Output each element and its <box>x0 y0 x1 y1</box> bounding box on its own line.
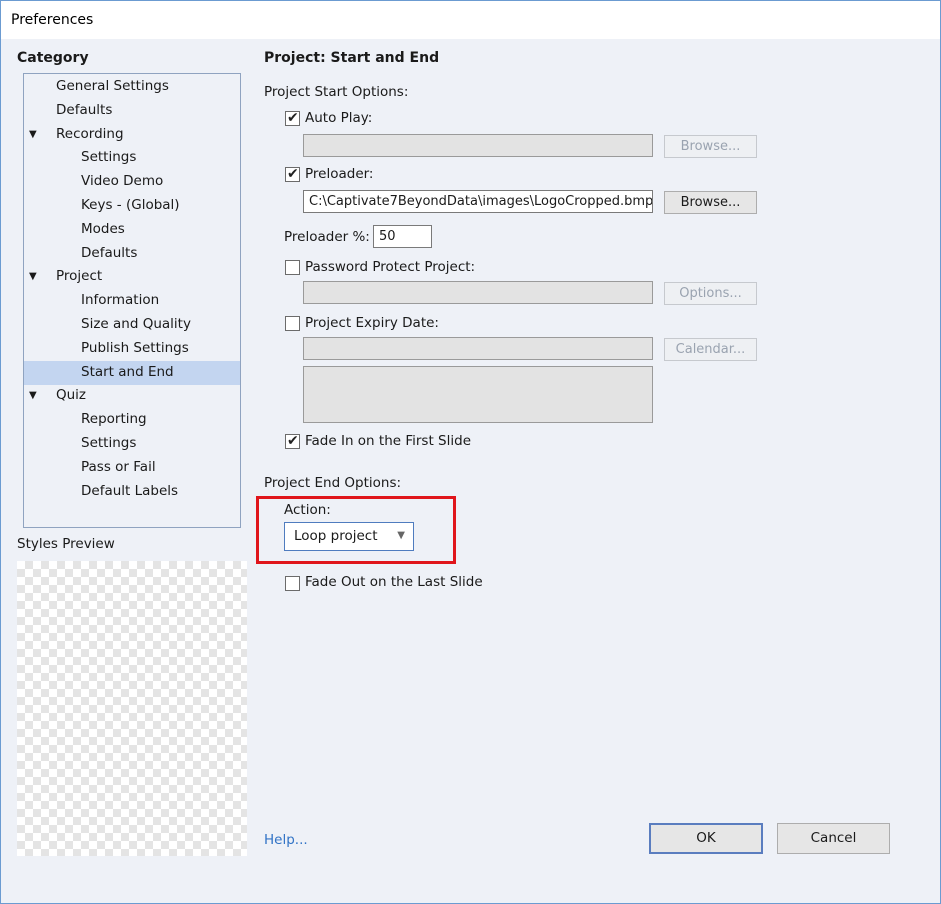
fade-in-label: Fade In on the First Slide <box>305 433 471 449</box>
preloader-path-field[interactable]: C:\Captivate7BeyondData\images\LogoCropp… <box>303 190 653 213</box>
password-protect-checkbox[interactable] <box>285 260 300 275</box>
start-options-label: Project Start Options: <box>264 84 409 100</box>
tree-item-label: Settings <box>81 435 137 451</box>
fade-in-checkbox[interactable]: ✔ <box>285 433 300 449</box>
fade-out-label: Fade Out on the Last Slide <box>305 574 483 590</box>
tree-item[interactable]: ▼ Project <box>24 265 240 289</box>
auto-play-path-field <box>303 134 653 157</box>
tree-item-label: Video Demo <box>81 173 164 190</box>
tree-item-label: Defaults <box>56 101 113 118</box>
check-icon: ✔ <box>287 166 299 182</box>
category-heading: Category <box>17 50 89 66</box>
preloader-checkbox[interactable]: ✔ <box>285 166 300 182</box>
tree-item[interactable]: Settings <box>24 432 240 456</box>
expiry-message-area <box>303 366 653 423</box>
tree-item-label: General Settings <box>56 78 169 94</box>
tree-item[interactable]: Publish Settings <box>24 337 240 361</box>
check-icon: ✔ <box>287 110 299 126</box>
tree-item-label: Modes <box>81 220 125 237</box>
action-value: Loop project <box>294 528 378 544</box>
tree-item[interactable]: Keys - (Global) <box>24 194 240 218</box>
tree-item-label: Size and Quality <box>81 316 191 332</box>
auto-play-label: Auto Play: <box>305 110 373 126</box>
tree-item[interactable]: Reporting <box>24 408 240 432</box>
password-field <box>303 281 653 304</box>
left-panel: Category General Settings Defaults ▼ Record… <box>1 39 247 903</box>
fade-out-checkbox[interactable] <box>285 576 300 591</box>
tree-item-label: Reporting <box>81 411 147 428</box>
auto-play-checkbox[interactable]: ✔ <box>285 110 300 126</box>
tree-item-label: Default Labels <box>81 482 179 499</box>
tree-item-label: Defaults <box>81 244 138 261</box>
tree-item-label: Start and End <box>81 363 174 380</box>
tree-item[interactable]: Settings <box>24 146 240 170</box>
window-title: Preferences <box>11 12 94 28</box>
tree-item[interactable]: Modes <box>24 218 240 242</box>
tree-item-label: Publish Settings <box>81 339 189 356</box>
expiry-date-label: Project Expiry Date: <box>305 315 439 331</box>
tree-item[interactable]: Video Demo <box>24 170 240 194</box>
expiry-date-checkbox[interactable] <box>285 316 300 331</box>
password-protect-label: Password Protect Project: <box>305 259 476 275</box>
triangle-down-icon[interactable]: ▼ <box>29 384 43 408</box>
tree-item[interactable]: Pass or Fail <box>24 456 240 480</box>
preferences-dialog: Preferences Category General Settings Def… <box>0 0 941 904</box>
triangle-down-icon[interactable]: ▼ <box>29 265 43 289</box>
tree-item-label: Information <box>81 292 160 309</box>
tree-item[interactable]: Start and End <box>24 360 240 385</box>
tree-item[interactable]: Information <box>24 289 240 313</box>
tree-item[interactable]: Defaults <box>24 99 240 123</box>
tree-item[interactable]: General Settings <box>24 75 240 99</box>
expiry-date-field <box>303 337 653 360</box>
tree-item-label: Recording <box>56 125 124 142</box>
styles-preview-label: Styles Preview <box>17 536 115 552</box>
tree-item[interactable]: Size and Quality <box>24 313 240 337</box>
tree-item-label: Settings <box>81 149 137 166</box>
chevron-down-icon: ▼ <box>397 530 405 541</box>
page-title: Project: Start and End <box>264 50 440 66</box>
cancel-button[interactable]: Cancel <box>777 823 890 854</box>
auto-play-browse-button[interactable]: Browse... <box>664 135 757 158</box>
tree-item[interactable]: ▼ Recording <box>24 123 240 147</box>
styles-preview <box>17 561 247 856</box>
calendar-button[interactable]: Calendar... <box>664 338 757 361</box>
tree-item[interactable]: ▼ Quiz <box>24 384 240 408</box>
preloader-percent-field[interactable]: 50 <box>373 225 432 248</box>
preloader-label: Preloader: <box>305 166 374 182</box>
tree-item-label: Keys - (Global) <box>81 197 180 213</box>
tree-item-label: Project <box>56 268 103 285</box>
check-icon: ✔ <box>287 433 299 449</box>
settings-panel: Project: Start and End Project Start Opt… <box>247 39 940 903</box>
preloader-percent-label: Preloader %: <box>284 229 370 245</box>
tree-item-label: Quiz <box>56 387 87 404</box>
end-options-label: Project End Options: <box>264 475 402 491</box>
tree-item[interactable]: Defaults <box>24 242 240 266</box>
help-link[interactable]: Help... <box>264 832 308 848</box>
action-dropdown[interactable]: Loop project ▼ <box>284 522 414 551</box>
ok-button[interactable]: OK <box>649 823 763 854</box>
title-bar: Preferences <box>1 1 940 39</box>
password-options-button[interactable]: Options... <box>664 282 757 305</box>
triangle-down-icon[interactable]: ▼ <box>29 123 43 147</box>
tree-item-label: Pass or Fail <box>81 458 156 475</box>
category-tree[interactable]: General Settings Defaults ▼ Recording Settin… <box>23 73 241 528</box>
preloader-browse-button[interactable]: Browse... <box>664 191 757 214</box>
tree-item[interactable]: Default Labels <box>24 480 240 504</box>
action-label: Action: <box>284 502 331 518</box>
